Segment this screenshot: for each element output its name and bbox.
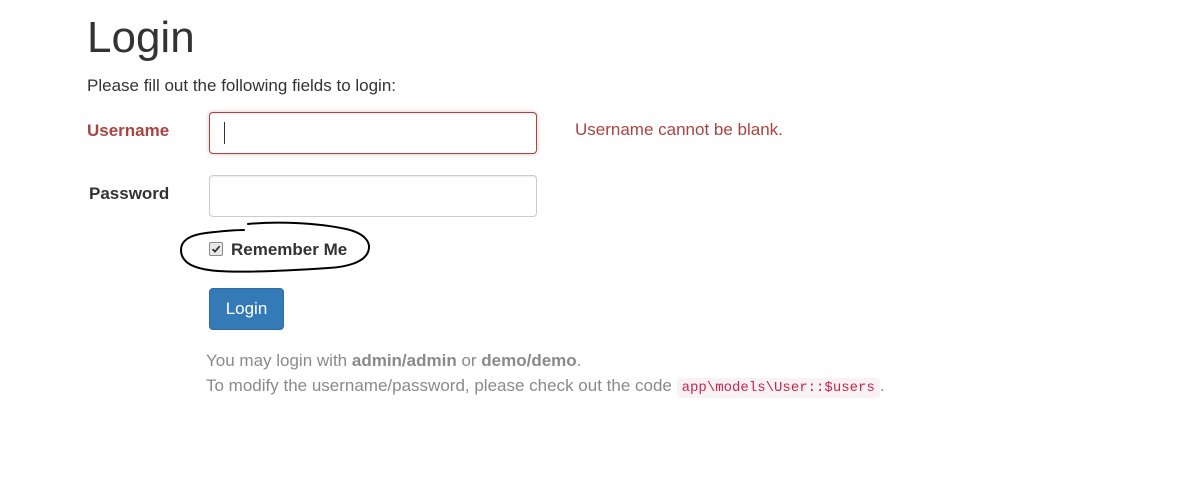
demo-credentials: demo/demo bbox=[481, 351, 577, 370]
login-page: Login Please fill out the following fiel… bbox=[0, 0, 1188, 501]
text-cursor bbox=[224, 122, 225, 144]
modify-hint: To modify the username/password, please … bbox=[206, 376, 885, 398]
code-reference: app\models\User::$users bbox=[676, 378, 880, 398]
page-title: Login bbox=[87, 13, 195, 62]
username-error-message: Username cannot be blank. bbox=[575, 120, 783, 139]
password-field[interactable] bbox=[209, 175, 537, 217]
login-hint: You may login with admin/admin or demo/d… bbox=[206, 351, 582, 370]
hand-drawn-circle-annotation bbox=[179, 221, 370, 273]
intro-text: Please fill out the following fields to … bbox=[87, 76, 397, 95]
password-label: Password bbox=[89, 184, 170, 203]
admin-credentials: admin/admin bbox=[351, 351, 457, 370]
username-field[interactable] bbox=[209, 112, 537, 154]
username-label: Username bbox=[87, 121, 170, 140]
login-button[interactable]: Login bbox=[209, 288, 284, 330]
